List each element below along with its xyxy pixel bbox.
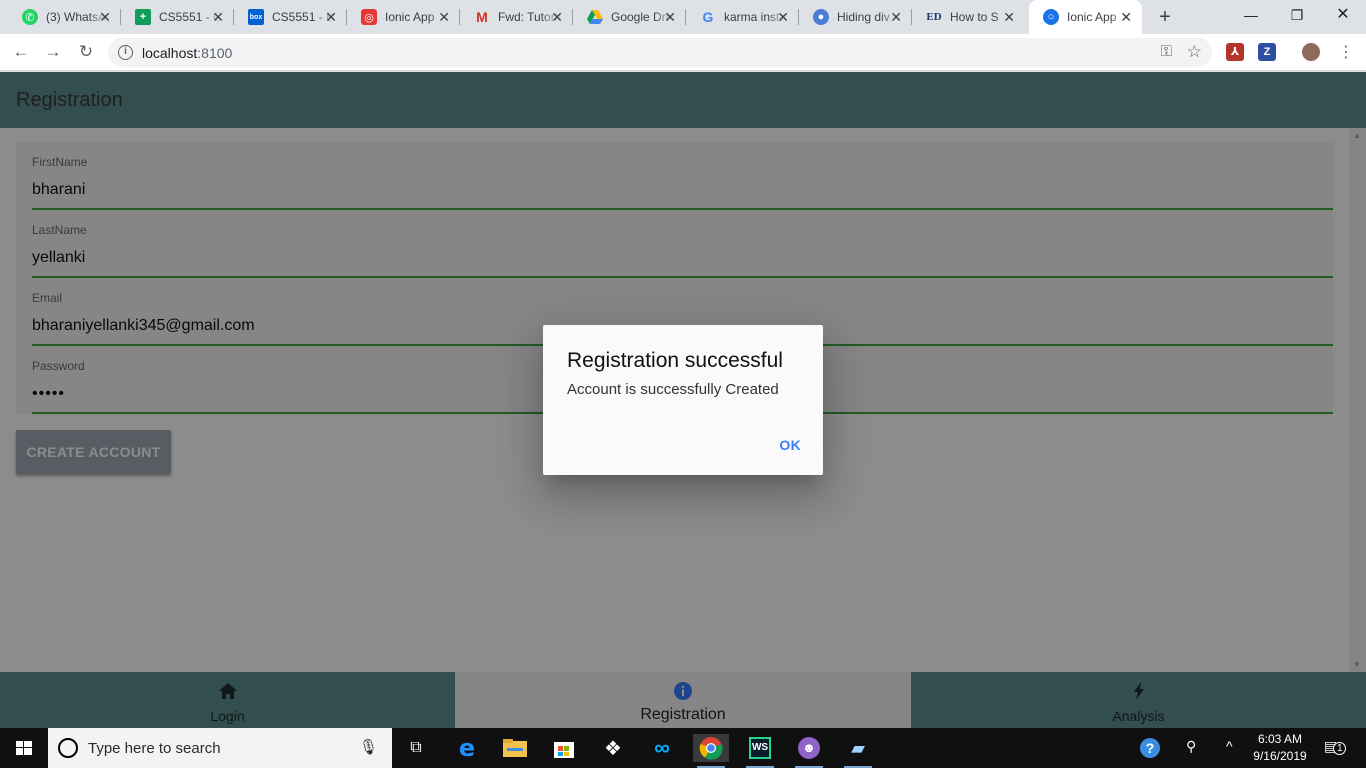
new-tab-button[interactable]: + <box>1153 6 1177 28</box>
browser-tab[interactable]: Google Drive ✕ <box>573 0 686 34</box>
close-icon[interactable]: ✕ <box>212 9 224 25</box>
menu-icon[interactable]: ⋮ <box>1338 42 1354 62</box>
url-text: localhost:8100 <box>142 45 233 61</box>
close-window-button[interactable]: ✕ <box>1320 0 1366 30</box>
windows-taskbar: Type here to search 🎙 ⧉ e ❖ ∞ WS ☻ ▰ ? ⚲… <box>0 728 1366 768</box>
forward-button[interactable]: → <box>40 39 66 65</box>
drive-icon <box>587 9 603 25</box>
browser-tab[interactable]: M Fwd: Tutorial ✕ <box>460 0 573 34</box>
help-icon[interactable]: ? <box>1140 738 1160 758</box>
close-icon[interactable]: ✕ <box>325 9 337 25</box>
restore-button[interactable]: ❐ <box>1274 0 1320 30</box>
notes-icon[interactable]: ▰ <box>840 734 876 768</box>
chrome-page-icon: ○ <box>1043 9 1059 25</box>
chevron-up-icon[interactable]: ^ <box>1226 738 1233 754</box>
arduino-icon[interactable]: ∞ <box>644 734 680 762</box>
close-icon[interactable]: ✕ <box>664 9 676 25</box>
close-icon[interactable]: ✕ <box>99 9 111 25</box>
cortana-icon <box>58 738 78 758</box>
ionic-icon: ◎ <box>361 9 377 25</box>
alert-dialog: Registration successful Account is succe… <box>543 325 823 475</box>
store-icon[interactable] <box>546 734 582 762</box>
reload-button[interactable]: ↻ <box>73 39 99 65</box>
chrome-icon[interactable] <box>693 734 729 768</box>
browser-tab-strip: ✆ (3) WhatsApp ✕ + CS5551 - Google Sheet… <box>0 0 1366 34</box>
alert-title: Registration successful <box>567 349 783 372</box>
zotero-extension-icon[interactable]: Z <box>1258 43 1276 61</box>
sheets-icon: + <box>135 9 151 25</box>
task-view-icon[interactable]: ⧉ <box>398 734 434 762</box>
dropbox-icon[interactable]: ❖ <box>595 734 631 762</box>
notification-icon[interactable]: ▤1 <box>1324 738 1347 755</box>
microphone-icon[interactable]: 🎙 <box>359 738 378 756</box>
browser-tab[interactable]: ● Hiding div ✕ <box>799 0 912 34</box>
key-icon[interactable]: ⚿ <box>1161 43 1172 60</box>
windows-icon <box>16 741 32 755</box>
pdf-extension-icon[interactable]: ⅄ <box>1226 43 1244 61</box>
browser-tab[interactable]: + CS5551 - Google Sheets ✕ <box>121 0 234 34</box>
start-button[interactable] <box>0 728 48 768</box>
browser-tab[interactable]: ◎ Ionic App ✕ <box>347 0 460 34</box>
alert-message: Account is successfully Created <box>567 381 779 398</box>
file-explorer-icon[interactable] <box>497 734 533 762</box>
ok-button[interactable]: OK <box>779 437 801 453</box>
system-clock[interactable]: 6:03 AM 9/16/2019 <box>1250 731 1310 765</box>
bookmark-star-icon[interactable]: ☆ <box>1187 42 1202 62</box>
hiding-icon: ● <box>813 9 829 25</box>
close-icon[interactable]: ✕ <box>1003 9 1015 25</box>
close-icon[interactable]: ✕ <box>551 9 563 25</box>
browser-tab[interactable]: ✆ (3) WhatsApp ✕ <box>8 0 121 34</box>
minimize-button[interactable]: — <box>1228 0 1274 30</box>
info-icon[interactable]: i <box>118 45 133 60</box>
github-desktop-icon[interactable]: ☻ <box>791 734 827 768</box>
app-viewport: Registration FirstName bharani LastName … <box>0 72 1366 728</box>
people-icon[interactable]: ⚲ <box>1186 738 1196 755</box>
taskbar-search-input[interactable]: Type here to search 🎙 <box>48 728 392 768</box>
ed-icon: ED <box>926 11 942 23</box>
gmail-icon: M <box>476 9 488 25</box>
close-icon[interactable]: ✕ <box>890 9 902 25</box>
browser-tab[interactable]: G karma instal ✕ <box>686 0 799 34</box>
avatar[interactable] <box>1302 43 1320 61</box>
edge-icon[interactable]: e <box>449 734 485 762</box>
close-icon[interactable]: ✕ <box>1120 9 1132 25</box>
address-bar[interactable]: i localhost:8100 ⚿ ☆ <box>108 38 1212 67</box>
webstorm-icon[interactable]: WS <box>742 734 778 768</box>
browser-tab[interactable]: box CS5551 - Box ✕ <box>234 0 347 34</box>
google-icon: G <box>702 9 714 25</box>
back-button[interactable]: ← <box>8 39 34 65</box>
close-icon[interactable]: ✕ <box>438 9 450 25</box>
box-icon: box <box>248 9 264 25</box>
whatsapp-icon: ✆ <box>22 9 38 25</box>
browser-tab[interactable]: ED How to S ✕ <box>912 0 1025 34</box>
browser-toolbar: ← → ↻ i localhost:8100 ⚿ ☆ ⅄ Z ⋮ <box>0 34 1366 71</box>
close-icon[interactable]: ✕ <box>777 9 789 25</box>
browser-tab-active[interactable]: ○ Ionic App ✕ <box>1029 0 1142 34</box>
